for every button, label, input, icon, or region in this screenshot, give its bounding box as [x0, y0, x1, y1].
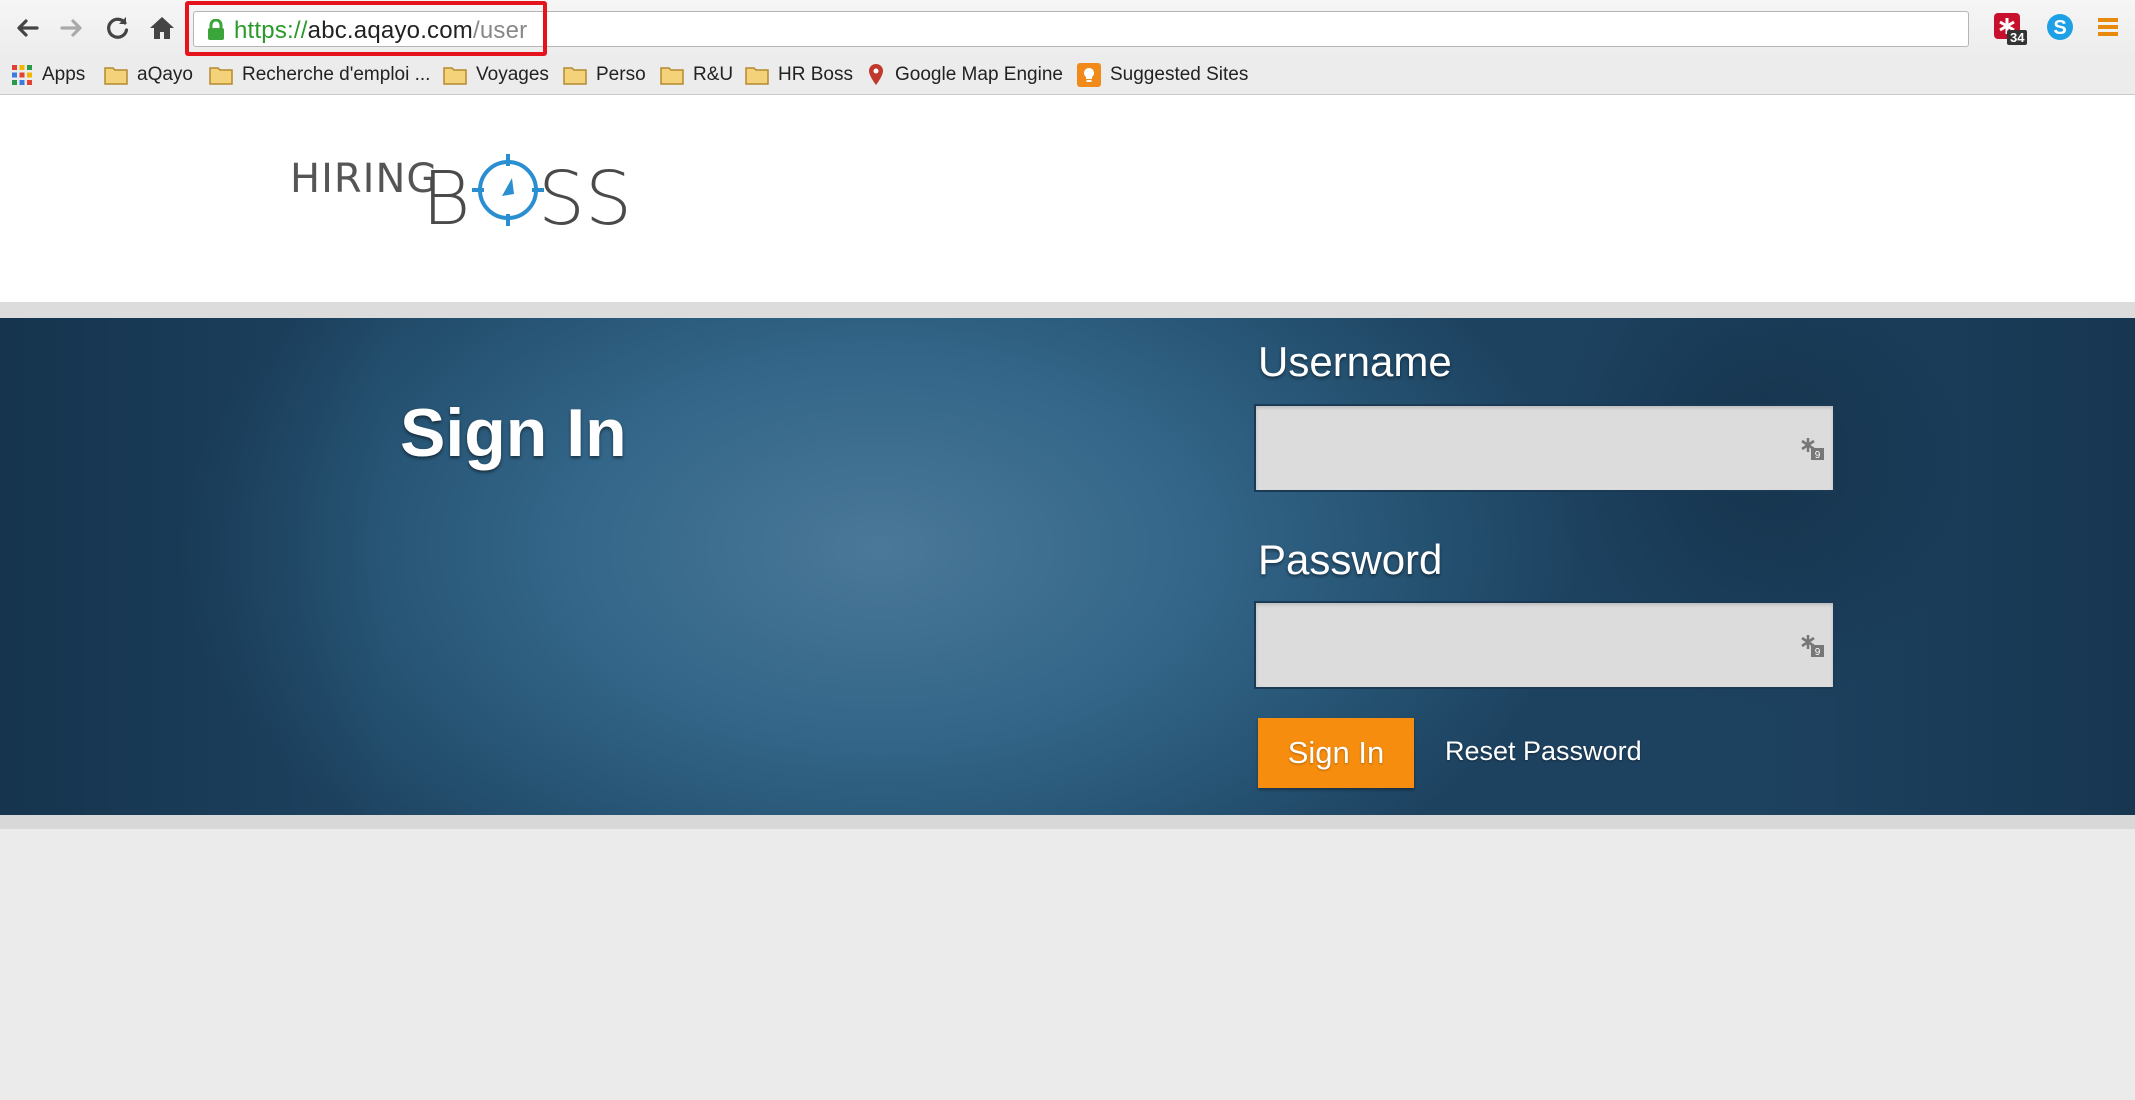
apps-grid-icon: [11, 64, 33, 86]
folder-icon: [563, 65, 587, 85]
logo-text-hiring: HIRING: [290, 156, 438, 202]
svg-text:S: S: [2053, 17, 2066, 39]
map-pin-icon: [866, 63, 886, 87]
username-input[interactable]: [1256, 406, 1833, 490]
bookmark-label: Voyages: [476, 64, 549, 85]
forward-arrow-icon: [60, 19, 82, 37]
bookmark-label: R&U: [693, 64, 734, 85]
keepass-autofill-icon[interactable]: 9: [1799, 633, 1825, 659]
password-field-wrapper: 9: [1254, 601, 1835, 689]
header-divider: [0, 302, 2135, 318]
bookmark-label: Apps: [42, 64, 86, 85]
bookmark-hr-boss[interactable]: HR Boss: [745, 60, 853, 90]
page-title: Sign In: [400, 395, 627, 471]
bookmark-label: HR Boss: [778, 64, 853, 85]
crosshair-logo-icon: [472, 154, 544, 226]
bookmark-voyages[interactable]: Voyages: [443, 60, 549, 90]
home-icon: [150, 17, 174, 39]
reset-password-link[interactable]: Reset Password: [1445, 736, 1642, 767]
folder-icon: [660, 65, 684, 85]
home-button[interactable]: [145, 11, 179, 45]
bookmark-recherche[interactable]: Recherche d'emploi ...: [209, 60, 430, 90]
folder-icon: [104, 65, 128, 85]
bookmark-google-map-engine[interactable]: Google Map Engine: [866, 60, 1063, 90]
svg-text:9: 9: [1815, 647, 1821, 658]
hiringboss-logo[interactable]: HIRING B SS: [290, 148, 650, 242]
folder-icon: [209, 65, 233, 85]
signin-panel: Sign In Username 9 Password 9 Sign In Re…: [0, 318, 2135, 815]
bookmark-apps[interactable]: Apps: [11, 60, 85, 90]
bookmark-label: Recherche d'emploi ...: [242, 64, 431, 85]
extension-lastpass-button[interactable]: 34: [1993, 12, 2028, 45]
svg-text:9: 9: [1815, 450, 1821, 461]
page-footer: [0, 829, 2135, 1100]
keepass-autofill-icon[interactable]: 9: [1799, 436, 1825, 462]
browser-toolbar: https://abc.aqayo.com/user 34 S: [0, 0, 2135, 58]
bookmark-suggested-sites[interactable]: Suggested Sites: [1077, 60, 1248, 90]
username-label: Username: [1258, 338, 1452, 385]
logo-text-b: B: [422, 156, 470, 234]
username-field-wrapper: 9: [1254, 404, 1835, 492]
folder-icon: [443, 65, 467, 85]
password-input[interactable]: [1256, 603, 1833, 687]
logo-text-ss: SS: [538, 156, 632, 234]
url-text[interactable]: https://abc.aqayo.com/user: [234, 17, 527, 45]
reload-button[interactable]: [100, 11, 134, 45]
hamburger-menu-icon: [2098, 18, 2118, 36]
bookmark-label: Google Map Engine: [895, 64, 1063, 85]
address-bar[interactable]: https://abc.aqayo.com/user: [193, 11, 1969, 47]
bookmarks-bar: Apps aQayo Recherche d'emploi ... Voyage…: [0, 58, 2135, 95]
back-arrow-icon: [17, 19, 39, 37]
sign-in-button[interactable]: Sign In: [1258, 718, 1414, 788]
skype-icon: S: [2047, 14, 2073, 40]
bookmark-aqayo[interactable]: aQayo: [104, 60, 193, 90]
back-button[interactable]: [10, 11, 44, 45]
chrome-menu-button[interactable]: [2095, 12, 2127, 44]
password-label: Password: [1258, 536, 1443, 583]
folder-icon: [745, 65, 769, 85]
bookmark-label: Suggested Sites: [1110, 64, 1249, 85]
bookmark-label: Perso: [596, 64, 646, 85]
url-scheme: https://: [234, 17, 308, 44]
lock-icon: [208, 19, 224, 40]
url-path: /user: [473, 17, 528, 44]
reload-icon: [107, 17, 129, 39]
bookmark-ru[interactable]: R&U: [660, 60, 733, 90]
url-host: abc.aqayo.com: [307, 17, 474, 44]
extension-badge: 34: [2007, 30, 2028, 45]
bookmark-perso[interactable]: Perso: [563, 60, 646, 90]
footer-divider: [0, 815, 2135, 829]
extension-skype-button[interactable]: S: [2045, 12, 2077, 44]
bookmark-label: aQayo: [137, 64, 193, 85]
forward-button[interactable]: [55, 11, 89, 45]
lightbulb-icon: [1077, 63, 1101, 87]
